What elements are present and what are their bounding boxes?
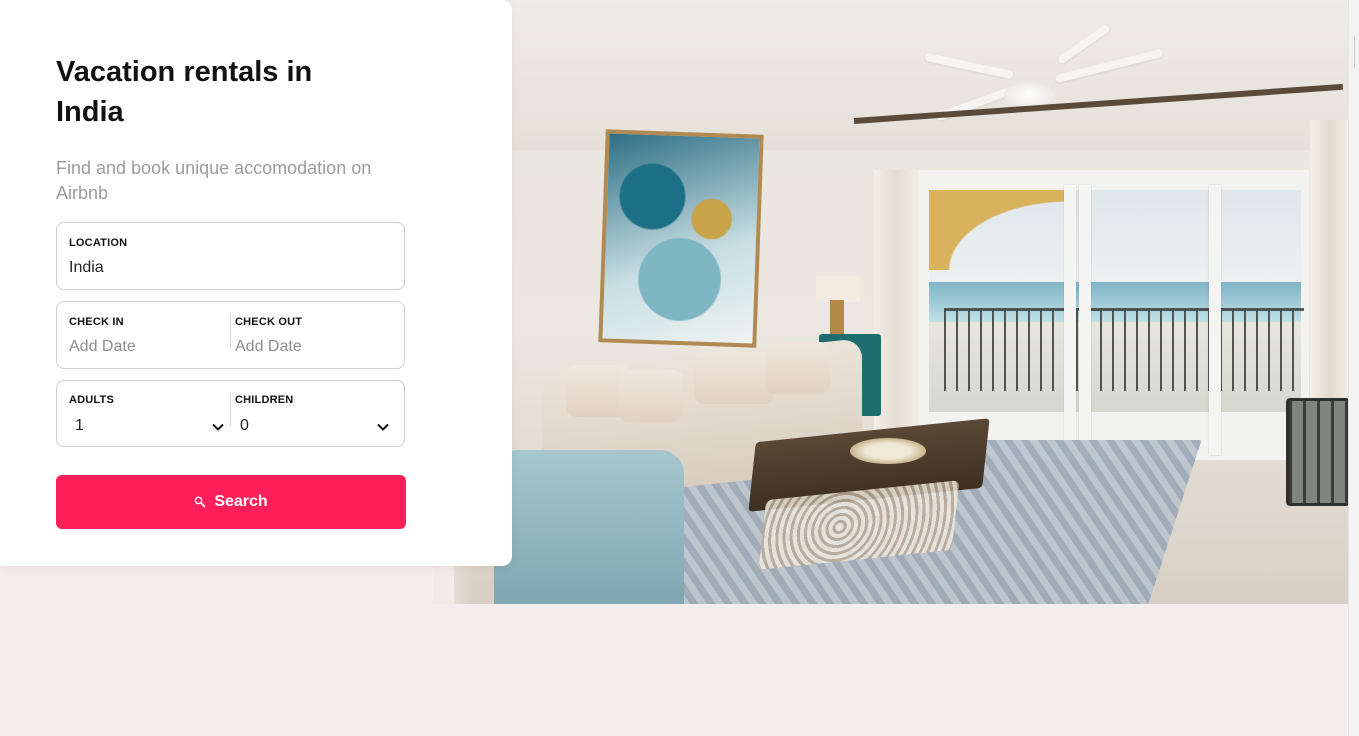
page-title: Vacation rentals in India (56, 52, 356, 132)
decor-bowl (850, 438, 926, 464)
armchair (494, 450, 684, 604)
page-title-line1: Vacation rentals in (56, 56, 313, 88)
children-label: CHILDREN (235, 394, 294, 406)
check-out-input[interactable]: Add Date (235, 338, 302, 356)
adults-select[interactable]: ADULTS 1 (57, 381, 229, 446)
curtain-right (1310, 120, 1348, 420)
wall-painting (598, 129, 764, 348)
page-title-line2: India (56, 96, 124, 128)
window-mullion (1079, 185, 1091, 455)
page-subtitle: Find and book unique accomodation on Air… (56, 158, 372, 203)
search-card: Vacation rentals in India Find and book … (0, 0, 512, 566)
pillow (694, 352, 774, 404)
check-in-field[interactable]: CHECK IN Add Date (57, 302, 229, 368)
location-label: LOCATION (69, 237, 128, 249)
scrollbar-thumb[interactable] (1354, 36, 1359, 68)
chevron-down-icon (212, 423, 224, 431)
check-in-input[interactable]: Add Date (69, 338, 136, 356)
search-button[interactable]: Search (56, 475, 406, 529)
children-select[interactable]: CHILDREN 0 (231, 381, 404, 446)
lamp-body (830, 300, 844, 336)
check-out-label: CHECK OUT (235, 316, 303, 328)
guests-field: ADULTS 1 CHILDREN 0 (56, 380, 405, 447)
check-out-field[interactable]: CHECK OUT Add Date (231, 302, 404, 368)
arch (929, 190, 1069, 270)
pillow (766, 342, 830, 394)
window-mullion (1064, 185, 1076, 455)
adults-label: ADULTS (69, 394, 114, 406)
hero-image (454, 0, 1348, 604)
location-field[interactable]: LOCATION India (56, 222, 405, 290)
children-value: 0 (240, 417, 249, 434)
scrollbar[interactable] (1348, 0, 1359, 736)
balcony-railing (944, 308, 1304, 391)
pillow (619, 370, 683, 422)
adults-value: 1 (75, 417, 84, 434)
location-input[interactable]: India (69, 259, 104, 277)
page: Vacation rentals in India Find and book … (0, 0, 1359, 736)
chevron-down-icon (377, 423, 389, 431)
lamp-shade (816, 276, 860, 302)
hero-fade (433, 566, 473, 604)
window-mullion (1209, 185, 1221, 455)
lantern (1286, 398, 1348, 506)
search-button-label: Search (214, 493, 268, 510)
dates-field: CHECK IN Add Date CHECK OUT Add Date (56, 301, 405, 369)
check-in-label: CHECK IN (69, 316, 124, 328)
ceiling (454, 0, 1348, 150)
search-icon (194, 496, 206, 508)
